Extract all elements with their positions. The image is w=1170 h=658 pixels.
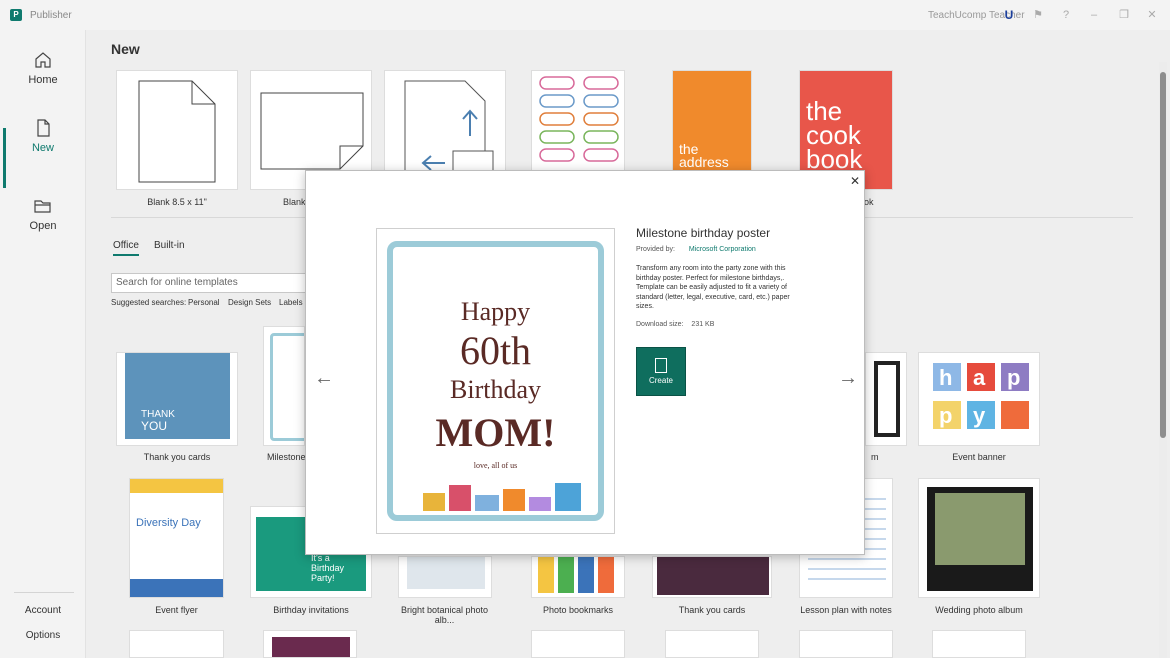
row4-tile-2[interactable] <box>263 630 357 658</box>
suggested-design-sets[interactable]: Design Sets <box>228 298 271 307</box>
banner-letter-p2: p <box>939 403 953 428</box>
download-size-value: 231 KB <box>691 321 715 328</box>
birthday-line2: Birthday <box>311 563 345 573</box>
wedding-album-label: Wedding photo album <box>935 605 1023 615</box>
page-title: New <box>111 41 140 57</box>
app-title: Publisher <box>30 10 72 21</box>
lesson-plan-label: Lesson plan with notes <box>800 605 892 615</box>
thank-you-cards-2-label: Thank you cards <box>678 605 746 615</box>
close-icon[interactable]: ✕ <box>850 174 860 188</box>
nav-open[interactable]: Open <box>0 196 86 256</box>
left-nav: Home New Open Account Options <box>0 30 86 658</box>
event-flyer-tile[interactable]: Diversity Day <box>129 478 224 598</box>
nav-open-label: Open <box>29 220 57 232</box>
thank-you-cards-label: Thank you cards <box>143 452 211 462</box>
banner-letter-h: h <box>939 365 953 390</box>
botanical-album-tile[interactable] <box>398 556 492 598</box>
cookbook-line3: book <box>806 144 863 174</box>
blank-portrait-tile[interactable] <box>116 70 238 190</box>
nav-new[interactable]: New <box>0 118 86 188</box>
row4-tile-6[interactable] <box>932 630 1026 658</box>
folder-icon <box>34 200 51 213</box>
poster-line4: MOM! <box>435 410 556 455</box>
template-search-input[interactable]: Search for online templates <box>111 273 311 293</box>
template-title: Milestone birthday poster <box>636 226 771 240</box>
poster-line3: Birthday <box>450 375 541 404</box>
poster-line2: 60th <box>459 328 532 373</box>
download-size: Download size: 231 KB <box>636 321 714 328</box>
wedding-album-tile[interactable] <box>918 478 1040 598</box>
new-document-icon <box>37 119 50 137</box>
home-icon <box>35 52 51 68</box>
restore-icon[interactable]: ❐ <box>1116 7 1132 23</box>
help-icon[interactable]: ? <box>1058 7 1074 23</box>
row4-tile-1[interactable] <box>129 630 224 658</box>
suggested-personal[interactable]: Personal <box>188 298 220 307</box>
feedback-icon[interactable]: ⚑ <box>1030 7 1046 23</box>
birthday-invitations-label: Birthday invitations <box>273 605 349 615</box>
event-banner-tile[interactable]: h a p p y <box>918 352 1040 446</box>
poster-preview-image: Happy 60th Birthday MOM! love, all of us <box>376 228 615 534</box>
gift-boxes-illustration <box>423 483 581 511</box>
nav-account[interactable]: Account <box>0 605 86 616</box>
thank-you-cards-tile[interactable]: THANK YOU <box>116 352 238 446</box>
scrollbar-thumb[interactable] <box>1160 72 1166 438</box>
provided-by: Provided by: Microsoft Corporation <box>636 246 756 253</box>
template-description: Transform any room into the party zone w… <box>636 265 790 310</box>
partial-tile-row2[interactable] <box>865 352 907 446</box>
nav-options[interactable]: Options <box>0 630 86 641</box>
publisher-icon: P <box>10 9 22 21</box>
user-badge-icon[interactable]: U <box>1002 8 1016 22</box>
nav-home-label: Home <box>28 74 58 86</box>
address-line2: address <box>679 154 729 170</box>
title-bar: P Publisher TeachUcomp Teacher U ⚑ ? – ❐… <box>0 0 1170 30</box>
milestone-poster-tile[interactable] <box>263 326 305 446</box>
banner-letter-y: y <box>973 403 986 428</box>
event-banner-label: Event banner <box>952 452 1006 462</box>
poster-line1: Happy <box>460 297 531 326</box>
photo-bookmarks-label: Photo bookmarks <box>542 605 614 615</box>
event-flyer-label: Event flyer <box>155 605 198 615</box>
create-button-label: Create <box>648 376 673 385</box>
close-window-icon[interactable]: ✕ <box>1144 7 1160 23</box>
provider-link[interactable]: Microsoft Corporation <box>689 246 756 253</box>
tab-built-in[interactable]: Built-in <box>154 240 185 251</box>
create-button[interactable]: Create <box>636 347 686 396</box>
row4-tile-5[interactable] <box>799 630 893 658</box>
tab-office[interactable]: Office <box>113 240 139 256</box>
diversity-title: Diversity Day <box>136 517 201 529</box>
download-size-label: Download size: <box>636 321 684 328</box>
poster-signature: love, all of us <box>473 461 518 470</box>
row4-tile-4[interactable] <box>665 630 759 658</box>
minimize-icon[interactable]: – <box>1086 7 1102 23</box>
suggested-labels[interactable]: Labels <box>279 298 303 307</box>
birthday-line3: Party! <box>311 573 335 583</box>
banner-letter-a: a <box>973 365 986 390</box>
nav-new-label: New <box>31 142 54 154</box>
document-icon <box>655 358 667 373</box>
thank-you-cards-2-tile[interactable] <box>652 556 772 598</box>
template-preview-dialog: ✕ ← → Happy 60th Birthday MOM! love, all… <box>305 170 865 555</box>
poster-frame: Happy 60th Birthday MOM! love, all of us <box>387 241 604 521</box>
nav-home[interactable]: Home <box>0 50 86 110</box>
blank-portrait-label: Blank 8.5 x 11" <box>147 197 207 207</box>
nav-separator <box>14 592 74 593</box>
botanical-album-label: Bright botanical photo alb... <box>400 605 489 625</box>
cookbook-label: ok <box>864 197 874 207</box>
suggested-searches-label: Suggested searches: <box>111 298 187 307</box>
previous-arrow-icon[interactable]: ← <box>314 367 334 390</box>
provided-by-label: Provided by: <box>636 246 675 253</box>
photo-bookmarks-tile[interactable] <box>531 556 625 598</box>
row4-tile-3[interactable] <box>531 630 625 658</box>
blank-landscape-label: Blank <box>283 197 306 207</box>
partial-tile-row2-label: m <box>871 452 879 462</box>
next-arrow-icon[interactable]: → <box>838 367 858 390</box>
banner-letter-p1: p <box>1007 365 1021 390</box>
blank-page-thumbnail <box>138 80 216 183</box>
thank-line2: YOU <box>141 419 168 433</box>
main-scrollbar[interactable] <box>1159 62 1167 658</box>
